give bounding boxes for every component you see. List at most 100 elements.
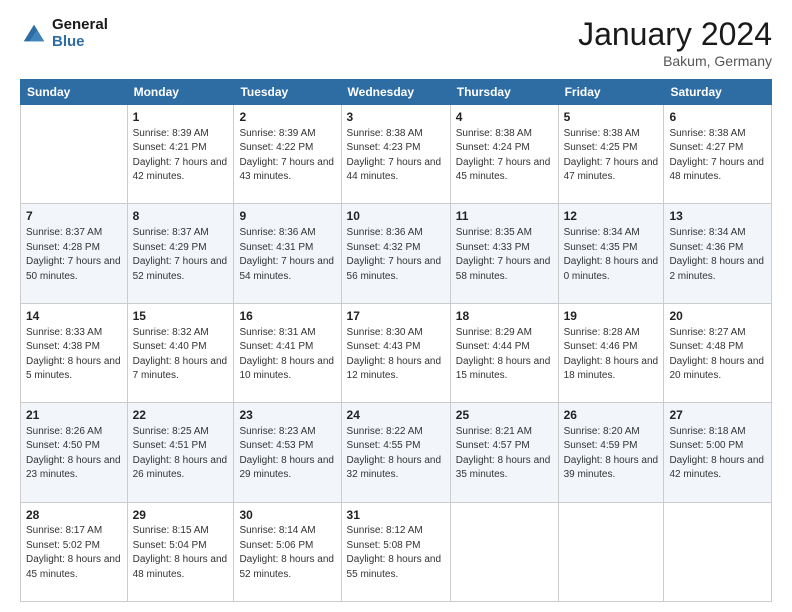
sunset-text: Sunset: 4:50 PM	[26, 439, 122, 454]
sunset-text: Sunset: 4:23 PM	[347, 141, 445, 156]
sunset-text: Sunset: 4:46 PM	[564, 340, 659, 355]
day-number: 27	[669, 407, 766, 424]
day-cell: 4 Sunrise: 8:38 AM Sunset: 4:24 PM Dayli…	[450, 105, 558, 204]
sunset-text: Sunset: 4:48 PM	[669, 340, 766, 355]
daylight-text: Daylight: 8 hours and 39 minutes.	[564, 454, 659, 483]
logo-text: General Blue	[52, 16, 108, 51]
daylight-text: Daylight: 8 hours and 26 minutes.	[133, 454, 229, 483]
daylight-text: Daylight: 8 hours and 42 minutes.	[669, 454, 766, 483]
sunset-text: Sunset: 4:22 PM	[239, 141, 335, 156]
sunrise-text: Sunrise: 8:38 AM	[669, 127, 766, 142]
day-cell: 23 Sunrise: 8:23 AM Sunset: 4:53 PM Dayl…	[234, 403, 341, 502]
daylight-text: Daylight: 8 hours and 12 minutes.	[347, 355, 445, 384]
day-number: 26	[564, 407, 659, 424]
page: General Blue January 2024 Bakum, Germany…	[0, 0, 792, 612]
daylight-text: Daylight: 8 hours and 5 minutes.	[26, 355, 122, 384]
daylight-text: Daylight: 8 hours and 2 minutes.	[669, 255, 766, 284]
sunset-text: Sunset: 4:27 PM	[669, 141, 766, 156]
day-info: Sunrise: 8:38 AM Sunset: 4:27 PM Dayligh…	[669, 127, 766, 185]
calendar-table: Sunday Monday Tuesday Wednesday Thursday…	[20, 79, 772, 602]
day-number: 22	[133, 407, 229, 424]
day-cell	[558, 502, 664, 601]
day-cell: 15 Sunrise: 8:32 AM Sunset: 4:40 PM Dayl…	[127, 303, 234, 402]
day-cell: 22 Sunrise: 8:25 AM Sunset: 4:51 PM Dayl…	[127, 403, 234, 502]
daylight-text: Daylight: 8 hours and 10 minutes.	[239, 355, 335, 384]
daylight-text: Daylight: 8 hours and 7 minutes.	[133, 355, 229, 384]
day-info: Sunrise: 8:32 AM Sunset: 4:40 PM Dayligh…	[133, 326, 229, 384]
day-cell: 21 Sunrise: 8:26 AM Sunset: 4:50 PM Dayl…	[21, 403, 128, 502]
week-row-3: 14 Sunrise: 8:33 AM Sunset: 4:38 PM Dayl…	[21, 303, 772, 402]
daylight-text: Daylight: 7 hours and 48 minutes.	[669, 156, 766, 185]
sunset-text: Sunset: 4:21 PM	[133, 141, 229, 156]
sunset-text: Sunset: 4:38 PM	[26, 340, 122, 355]
sunrise-text: Sunrise: 8:39 AM	[239, 127, 335, 142]
day-number: 6	[669, 109, 766, 126]
sunrise-text: Sunrise: 8:14 AM	[239, 524, 335, 539]
day-info: Sunrise: 8:38 AM Sunset: 4:25 PM Dayligh…	[564, 127, 659, 185]
day-info: Sunrise: 8:33 AM Sunset: 4:38 PM Dayligh…	[26, 326, 122, 384]
sunrise-text: Sunrise: 8:34 AM	[669, 226, 766, 241]
sunset-text: Sunset: 4:53 PM	[239, 439, 335, 454]
sunrise-text: Sunrise: 8:35 AM	[456, 226, 553, 241]
day-info: Sunrise: 8:30 AM Sunset: 4:43 PM Dayligh…	[347, 326, 445, 384]
calendar-body: 1 Sunrise: 8:39 AM Sunset: 4:21 PM Dayli…	[21, 105, 772, 602]
daylight-text: Daylight: 8 hours and 55 minutes.	[347, 553, 445, 582]
day-number: 3	[347, 109, 445, 126]
day-info: Sunrise: 8:28 AM Sunset: 4:46 PM Dayligh…	[564, 326, 659, 384]
day-number: 11	[456, 208, 553, 225]
sunset-text: Sunset: 5:02 PM	[26, 539, 122, 554]
day-cell	[21, 105, 128, 204]
daylight-text: Daylight: 8 hours and 35 minutes.	[456, 454, 553, 483]
sunrise-text: Sunrise: 8:18 AM	[669, 425, 766, 440]
daylight-text: Daylight: 8 hours and 15 minutes.	[456, 355, 553, 384]
day-number: 28	[26, 507, 122, 524]
sunrise-text: Sunrise: 8:34 AM	[564, 226, 659, 241]
sunrise-text: Sunrise: 8:21 AM	[456, 425, 553, 440]
col-friday: Friday	[558, 80, 664, 105]
day-cell: 24 Sunrise: 8:22 AM Sunset: 4:55 PM Dayl…	[341, 403, 450, 502]
day-number: 18	[456, 308, 553, 325]
col-saturday: Saturday	[664, 80, 772, 105]
sunrise-text: Sunrise: 8:37 AM	[133, 226, 229, 241]
day-number: 15	[133, 308, 229, 325]
day-number: 10	[347, 208, 445, 225]
daylight-text: Daylight: 8 hours and 48 minutes.	[133, 553, 229, 582]
day-info: Sunrise: 8:34 AM Sunset: 4:36 PM Dayligh…	[669, 226, 766, 284]
day-cell: 1 Sunrise: 8:39 AM Sunset: 4:21 PM Dayli…	[127, 105, 234, 204]
logo: General Blue	[20, 16, 108, 51]
col-sunday: Sunday	[21, 80, 128, 105]
day-number: 20	[669, 308, 766, 325]
sunset-text: Sunset: 5:06 PM	[239, 539, 335, 554]
day-number: 1	[133, 109, 229, 126]
sunrise-text: Sunrise: 8:32 AM	[133, 326, 229, 341]
day-number: 17	[347, 308, 445, 325]
daylight-text: Daylight: 8 hours and 23 minutes.	[26, 454, 122, 483]
day-cell: 28 Sunrise: 8:17 AM Sunset: 5:02 PM Dayl…	[21, 502, 128, 601]
sunset-text: Sunset: 4:59 PM	[564, 439, 659, 454]
day-cell: 8 Sunrise: 8:37 AM Sunset: 4:29 PM Dayli…	[127, 204, 234, 303]
sunrise-text: Sunrise: 8:39 AM	[133, 127, 229, 142]
sunrise-text: Sunrise: 8:38 AM	[564, 127, 659, 142]
day-info: Sunrise: 8:39 AM Sunset: 4:21 PM Dayligh…	[133, 127, 229, 185]
sunrise-text: Sunrise: 8:36 AM	[347, 226, 445, 241]
day-cell: 14 Sunrise: 8:33 AM Sunset: 4:38 PM Dayl…	[21, 303, 128, 402]
sunrise-text: Sunrise: 8:26 AM	[26, 425, 122, 440]
daylight-text: Daylight: 8 hours and 29 minutes.	[239, 454, 335, 483]
day-cell: 10 Sunrise: 8:36 AM Sunset: 4:32 PM Dayl…	[341, 204, 450, 303]
day-number: 30	[239, 507, 335, 524]
day-info: Sunrise: 8:22 AM Sunset: 4:55 PM Dayligh…	[347, 425, 445, 483]
week-row-4: 21 Sunrise: 8:26 AM Sunset: 4:50 PM Dayl…	[21, 403, 772, 502]
col-thursday: Thursday	[450, 80, 558, 105]
week-row-2: 7 Sunrise: 8:37 AM Sunset: 4:28 PM Dayli…	[21, 204, 772, 303]
sunset-text: Sunset: 4:40 PM	[133, 340, 229, 355]
week-row-1: 1 Sunrise: 8:39 AM Sunset: 4:21 PM Dayli…	[21, 105, 772, 204]
day-info: Sunrise: 8:15 AM Sunset: 5:04 PM Dayligh…	[133, 524, 229, 582]
sunrise-text: Sunrise: 8:12 AM	[347, 524, 445, 539]
sunrise-text: Sunrise: 8:28 AM	[564, 326, 659, 341]
sunset-text: Sunset: 4:44 PM	[456, 340, 553, 355]
sunrise-text: Sunrise: 8:33 AM	[26, 326, 122, 341]
day-number: 7	[26, 208, 122, 225]
day-info: Sunrise: 8:14 AM Sunset: 5:06 PM Dayligh…	[239, 524, 335, 582]
sunrise-text: Sunrise: 8:36 AM	[239, 226, 335, 241]
day-cell: 12 Sunrise: 8:34 AM Sunset: 4:35 PM Dayl…	[558, 204, 664, 303]
